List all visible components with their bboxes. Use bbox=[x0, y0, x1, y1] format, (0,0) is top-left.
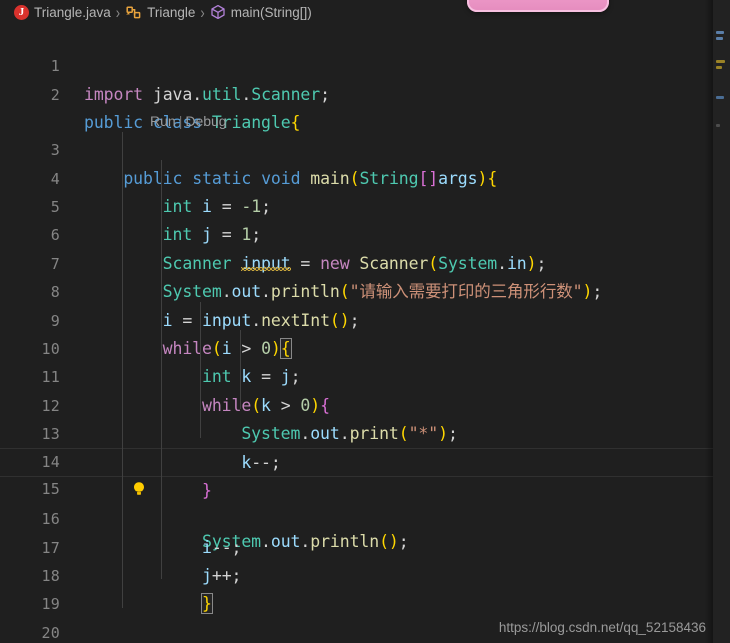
class-icon bbox=[125, 5, 142, 20]
vscode-editor-window: J Triangle.java › Triangle › main(String… bbox=[0, 0, 730, 643]
minimap-mark bbox=[716, 31, 724, 34]
code-line[interactable]: 2 public class Triangle{ bbox=[0, 52, 713, 132]
breadcrumb-separator-2: › bbox=[200, 2, 205, 22]
code-line[interactable]: 5 int j = 1; bbox=[0, 165, 713, 244]
code-line[interactable]: 14 } bbox=[0, 420, 713, 499]
code-line[interactable]: 19 bbox=[0, 562, 713, 613]
minimap-mark bbox=[716, 96, 724, 99]
watermark-url: https://blog.csdn.net/qq_52158436 bbox=[498, 620, 706, 635]
breadcrumb-separator-1: › bbox=[115, 2, 121, 22]
pink-overlay-pill[interactable] bbox=[467, 0, 609, 12]
code-line[interactable]: 12 System.out.print("*"); bbox=[0, 363, 713, 443]
method-icon bbox=[210, 4, 226, 20]
code-line[interactable]: 1 import java.util.Scanner; bbox=[0, 24, 713, 103]
code-line[interactable]: 13 k--; bbox=[0, 392, 713, 471]
indent-guide bbox=[161, 160, 162, 579]
indent-guide bbox=[240, 330, 241, 409]
minimap[interactable] bbox=[713, 0, 730, 643]
code-line-active[interactable]: 15 System.out.println(); bbox=[0, 448, 713, 551]
code-line[interactable]: 18 } bbox=[0, 534, 713, 615]
code-line[interactable]: 8 i = input.nextInt(); bbox=[0, 250, 713, 329]
quick-fix-lightbulb-icon[interactable] bbox=[87, 454, 145, 495]
breadcrumb: J Triangle.java › Triangle › main(String… bbox=[0, 0, 312, 24]
code-line[interactable]: 11 while(k > 0){ bbox=[0, 335, 713, 414]
java-file-icon: J bbox=[14, 4, 29, 20]
minimap-mark bbox=[716, 60, 725, 63]
breadcrumb-item-file[interactable]: J Triangle.java bbox=[14, 4, 111, 20]
code-line[interactable]: 3 public static void main(String[]args){ bbox=[0, 108, 713, 187]
minimap-mark bbox=[716, 37, 723, 40]
breadcrumb-file-label: Triangle.java bbox=[34, 4, 111, 20]
code-line[interactable]: 10 int k = j; bbox=[0, 307, 713, 386]
code-content[interactable]: 1 import java.util.Scanner; 2 public cla… bbox=[0, 24, 713, 643]
minimap-mark bbox=[716, 66, 722, 69]
indent-guide bbox=[200, 302, 201, 438]
code-line[interactable]: 7 System.out.println("请输入需要打印的三角形行数"); bbox=[0, 221, 713, 301]
codelens-row: Run | Debug bbox=[0, 81, 713, 129]
indent-guide bbox=[122, 132, 123, 608]
code-editor[interactable]: 1 import java.util.Scanner; 2 public cla… bbox=[0, 24, 730, 643]
code-line[interactable]: 9 while(i > 0){ bbox=[0, 278, 713, 359]
breadcrumb-class-label: Triangle bbox=[147, 4, 196, 20]
code-line[interactable]: 4 int i = -1; bbox=[0, 136, 713, 216]
code-line[interactable]: 6 Scanner input = new Scanner(System.in)… bbox=[0, 193, 713, 272]
breadcrumb-item-class[interactable]: Triangle bbox=[125, 5, 195, 20]
minimap-mark bbox=[716, 124, 720, 127]
code-line[interactable]: 20 } bbox=[0, 590, 713, 642]
breadcrumb-method-label: main(String[]) bbox=[230, 4, 312, 20]
breadcrumb-item-method[interactable]: main(String[]) bbox=[210, 4, 312, 20]
